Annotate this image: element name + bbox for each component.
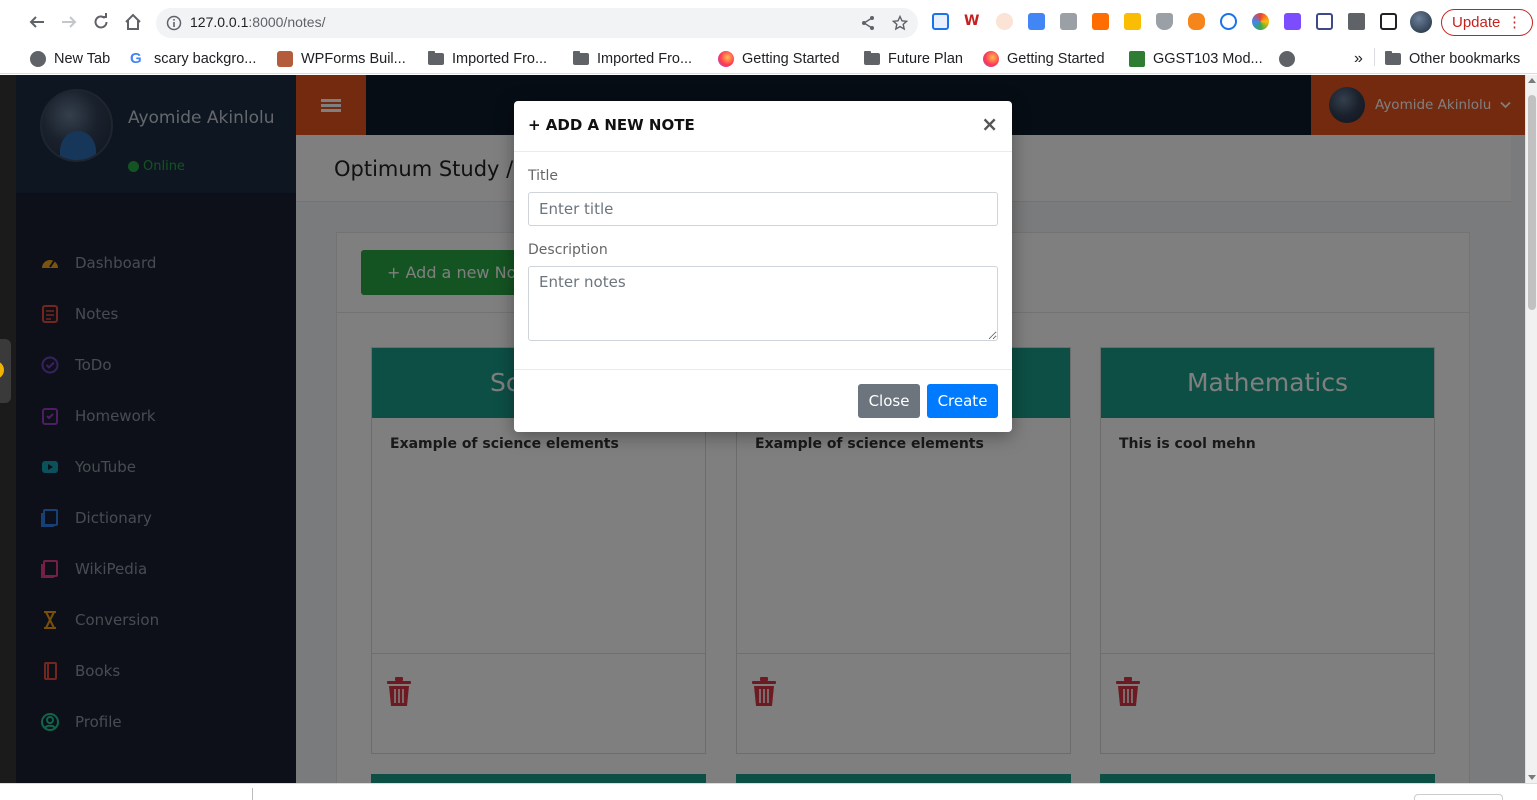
bookmark-item[interactable]: WPForms Buil...	[277, 48, 406, 70]
bookmark-item[interactable]: New Tab	[30, 48, 110, 70]
globe-icon	[30, 51, 46, 67]
wpforms-icon	[277, 51, 293, 67]
extension-icon[interactable]	[996, 13, 1013, 30]
update-button[interactable]: Update ⋮	[1441, 9, 1533, 36]
extension-icon[interactable]	[1284, 13, 1301, 30]
left-edge-strip	[0, 75, 16, 783]
extension-icon[interactable]	[1124, 13, 1141, 30]
bookmark-folder[interactable]: Imported Fro...	[573, 48, 692, 70]
camera-icon[interactable]	[1060, 13, 1077, 30]
puzzle-icon[interactable]	[1348, 13, 1365, 30]
bookmark-item[interactable]: Getting Started	[718, 48, 840, 70]
school-icon	[1129, 51, 1145, 67]
modal-header: + ADD A NEW NOTE ×	[514, 101, 1012, 152]
folder-icon	[864, 51, 880, 65]
url-text: 127.0.0.1:8000/notes/	[190, 14, 326, 30]
extension-icon[interactable]: W	[964, 13, 981, 30]
globe-icon	[1279, 51, 1295, 67]
google-icon: G	[130, 50, 142, 67]
bottom-bar	[0, 783, 1537, 800]
divider	[252, 788, 253, 800]
page-scrollbar[interactable]	[1525, 75, 1537, 783]
firefox-icon	[718, 51, 734, 67]
reload-icon[interactable]	[90, 11, 112, 33]
shield-icon[interactable]	[1156, 13, 1173, 30]
side-handle[interactable]	[0, 339, 11, 403]
browser-toolbar: 127.0.0.1:8000/notes/ W Update ⋮	[0, 0, 1537, 44]
scroll-up-icon[interactable]	[1528, 78, 1536, 83]
chrome-icon[interactable]	[1252, 13, 1269, 30]
extension-icon[interactable]	[1220, 13, 1237, 30]
address-bar[interactable]: 127.0.0.1:8000/notes/	[156, 8, 918, 38]
bookmark-folder[interactable]: Future Plan	[864, 48, 963, 70]
bookmark-item[interactable]: Gscary backgro...	[130, 48, 256, 70]
firefox-icon	[983, 51, 999, 67]
modal-title: + ADD A NEW NOTE	[528, 116, 695, 134]
modal-footer: Close Create	[514, 369, 1012, 432]
folder-icon	[573, 51, 589, 65]
folder-icon	[428, 51, 444, 65]
title-label: Title	[528, 168, 559, 184]
download-shelf-button[interactable]	[1414, 794, 1503, 800]
extension-icon[interactable]	[1092, 13, 1109, 30]
extension-icon[interactable]	[1316, 13, 1333, 30]
description-textarea[interactable]	[528, 266, 998, 341]
share-icon[interactable]	[860, 15, 876, 31]
scroll-down-icon[interactable]	[1528, 775, 1536, 780]
other-bookmarks[interactable]: Other bookmarks	[1385, 48, 1520, 70]
scrollbar-thumb[interactable]	[1528, 95, 1536, 310]
extension-icon[interactable]	[932, 13, 949, 30]
folder-icon	[1385, 51, 1401, 65]
bookmark-divider	[1374, 48, 1375, 66]
bookmarks-overflow-button[interactable]: »	[1354, 48, 1363, 70]
forward-icon[interactable]	[58, 11, 80, 33]
close-button[interactable]: Close	[858, 384, 920, 418]
close-icon[interactable]: ×	[981, 114, 998, 134]
bookmark-item[interactable]: Getting Started	[983, 48, 1105, 70]
metamask-icon[interactable]	[1188, 13, 1205, 30]
bookmarks-bar: New Tab Gscary backgro... WPForms Buil..…	[0, 44, 1537, 74]
description-label: Description	[528, 242, 608, 258]
translate-icon[interactable]	[1028, 13, 1045, 30]
home-icon[interactable]	[122, 11, 144, 33]
title-input[interactable]	[528, 192, 998, 226]
bookmark-item[interactable]: GGST103 Mod...	[1129, 48, 1263, 70]
add-note-modal: + ADD A NEW NOTE × Title Description Clo…	[514, 101, 1012, 432]
bookmark-folder[interactable]: Imported Fro...	[428, 48, 547, 70]
create-button[interactable]: Create	[927, 384, 998, 418]
back-icon[interactable]	[26, 11, 48, 33]
bookmark-item[interactable]	[1279, 48, 1303, 70]
profile-avatar-icon[interactable]	[1410, 11, 1432, 33]
site-info-icon[interactable]	[166, 15, 182, 31]
sidepanel-icon[interactable]	[1380, 13, 1397, 30]
bookmark-star-icon[interactable]	[892, 15, 908, 31]
